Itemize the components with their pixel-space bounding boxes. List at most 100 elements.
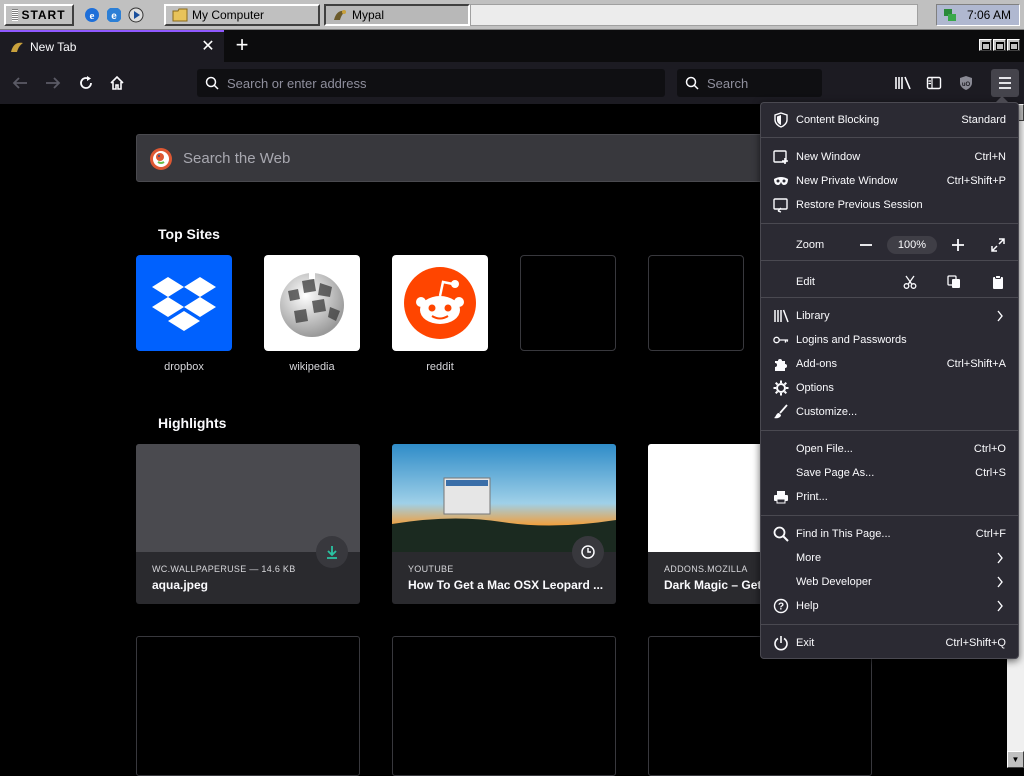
download-icon bbox=[327, 546, 337, 559]
address-bar[interactable] bbox=[197, 69, 665, 97]
close-window-button[interactable] bbox=[1007, 39, 1020, 51]
card-title: How To Get a Mac OSX Leopard ... bbox=[408, 578, 604, 592]
reddit-icon bbox=[404, 267, 476, 339]
scroll-down-button[interactable]: ▼ bbox=[1007, 751, 1024, 768]
menu-shortcut: Ctrl+Shift+A bbox=[946, 358, 1006, 370]
zoom-in-button[interactable] bbox=[949, 238, 967, 252]
menu-more[interactable]: More bbox=[761, 546, 1018, 570]
web-search-box[interactable] bbox=[136, 134, 776, 182]
start-button[interactable]: START bbox=[4, 4, 74, 26]
content-blocking-value: Standard bbox=[961, 114, 1006, 126]
menu-logins-passwords[interactable]: Logins and Passwords bbox=[761, 328, 1018, 352]
menu-separator bbox=[761, 260, 1018, 261]
clock-icon bbox=[581, 545, 595, 559]
taskbar: START e e My Computer Mypal 7:06 AM bbox=[0, 0, 1024, 30]
menu-new-window[interactable]: New Window Ctrl+N bbox=[761, 145, 1018, 169]
menu-find-in-page[interactable]: Find in This Page... Ctrl+F bbox=[761, 522, 1018, 546]
reload-button[interactable] bbox=[76, 73, 96, 93]
menu-print[interactable]: Print... bbox=[761, 485, 1018, 509]
app-menu-button[interactable] bbox=[991, 69, 1019, 97]
ie-icon[interactable]: e bbox=[84, 7, 100, 23]
search-bar[interactable] bbox=[677, 69, 822, 97]
dropbox-icon bbox=[152, 277, 216, 331]
menu-label: Exit bbox=[796, 637, 815, 649]
menu-content-blocking[interactable]: Content Blocking Standard bbox=[761, 108, 1018, 132]
zoom-out-button[interactable] bbox=[857, 238, 875, 252]
menu-label: More bbox=[796, 552, 822, 564]
top-site-empty-slot[interactable] bbox=[648, 255, 744, 351]
ublock-button[interactable]: uO bbox=[956, 73, 976, 93]
menu-label: Logins and Passwords bbox=[796, 334, 907, 346]
svg-text:uO: uO bbox=[962, 82, 971, 88]
back-button[interactable] bbox=[10, 73, 30, 93]
address-input[interactable] bbox=[227, 75, 665, 91]
menu-shortcut: Ctrl+S bbox=[975, 467, 1006, 479]
paste-button[interactable] bbox=[989, 275, 1007, 289]
top-site-reddit[interactable]: reddit bbox=[392, 255, 488, 373]
menu-new-private-window[interactable]: New Private Window Ctrl+Shift+P bbox=[761, 169, 1018, 193]
chevron-right-icon bbox=[997, 310, 1003, 322]
menu-open-file[interactable]: Open File... Ctrl+O bbox=[761, 437, 1018, 461]
menu-label: Find in This Page... bbox=[796, 528, 891, 540]
top-site-empty-slot[interactable] bbox=[520, 255, 616, 351]
wikipedia-icon bbox=[280, 273, 344, 337]
media-player-icon[interactable] bbox=[128, 7, 144, 23]
menu-shortcut: Ctrl+F bbox=[975, 528, 1006, 540]
menu-customize[interactable]: Customize... bbox=[761, 400, 1018, 424]
private-mask-icon bbox=[773, 173, 789, 189]
sidebar-button[interactable] bbox=[924, 73, 944, 93]
search-input[interactable] bbox=[707, 75, 822, 91]
menu-help[interactable]: ? Help bbox=[761, 594, 1018, 618]
site-label: wikipedia bbox=[289, 361, 335, 373]
menu-restore-session[interactable]: Restore Previous Session bbox=[761, 193, 1018, 217]
library-button[interactable] bbox=[893, 73, 913, 93]
menu-label: New Private Window bbox=[796, 175, 898, 187]
menu-label: New Window bbox=[796, 151, 861, 163]
tab-close-icon[interactable]: ✕ bbox=[200, 39, 216, 55]
menu-shortcut: Ctrl+O bbox=[973, 443, 1006, 455]
restore-button[interactable] bbox=[993, 39, 1006, 51]
empty-highlight-slot bbox=[392, 636, 616, 776]
menu-separator bbox=[761, 515, 1018, 516]
highlight-card[interactable]: YOUTUBE How To Get a Mac OSX Leopard ... bbox=[392, 444, 616, 604]
top-site-wikipedia[interactable]: wikipedia bbox=[264, 255, 360, 373]
mypal-favicon-icon bbox=[11, 42, 23, 52]
minimize-button[interactable] bbox=[979, 39, 992, 51]
start-grip bbox=[12, 9, 19, 21]
new-tab-button[interactable]: + bbox=[230, 34, 254, 58]
forward-button[interactable] bbox=[43, 73, 63, 93]
web-search-input[interactable] bbox=[183, 149, 775, 167]
highlight-card[interactable]: WC.WALLPAPERUSE — 14.6 KB aqua.jpeg bbox=[136, 444, 360, 604]
menu-exit[interactable]: Exit Ctrl+Shift+Q bbox=[761, 631, 1018, 655]
task-my-computer[interactable]: My Computer bbox=[164, 4, 320, 26]
help-icon: ? bbox=[773, 598, 789, 614]
chevron-right-icon bbox=[997, 600, 1003, 612]
card-badge bbox=[316, 536, 348, 568]
outlook-express-icon[interactable]: e bbox=[106, 7, 122, 23]
menu-label: Web Developer bbox=[796, 576, 872, 588]
top-site-dropbox[interactable]: dropbox bbox=[136, 255, 232, 373]
menu-library[interactable]: Library bbox=[761, 304, 1018, 328]
tab-bar: New Tab ✕ + bbox=[0, 30, 1024, 62]
card-title: Dark Magic – Get bbox=[664, 578, 762, 592]
search-icon bbox=[773, 526, 789, 542]
home-button[interactable] bbox=[107, 73, 127, 93]
svg-text:e: e bbox=[111, 11, 117, 22]
card-source: YOUTUBE bbox=[408, 564, 454, 574]
power-icon bbox=[773, 635, 789, 651]
task-mypal[interactable]: Mypal bbox=[324, 4, 470, 26]
menu-web-developer[interactable]: Web Developer bbox=[761, 570, 1018, 594]
tab-new-tab[interactable]: New Tab ✕ bbox=[0, 30, 224, 62]
empty-highlight-slot bbox=[136, 636, 360, 776]
cut-button[interactable] bbox=[901, 275, 919, 289]
fullscreen-button[interactable] bbox=[989, 238, 1007, 252]
copy-button[interactable] bbox=[945, 275, 963, 289]
menu-label: Add-ons bbox=[796, 358, 837, 370]
menu-save-page[interactable]: Save Page As... Ctrl+S bbox=[761, 461, 1018, 485]
clock[interactable]: 7:06 AM bbox=[967, 8, 1011, 22]
menu-options[interactable]: Options bbox=[761, 376, 1018, 400]
network-tray-icon[interactable] bbox=[943, 8, 957, 22]
navigation-toolbar: uO bbox=[0, 62, 1024, 104]
menu-addons[interactable]: Add-ons Ctrl+Shift+A bbox=[761, 352, 1018, 376]
zoom-reset-button[interactable]: 100% bbox=[887, 236, 937, 254]
